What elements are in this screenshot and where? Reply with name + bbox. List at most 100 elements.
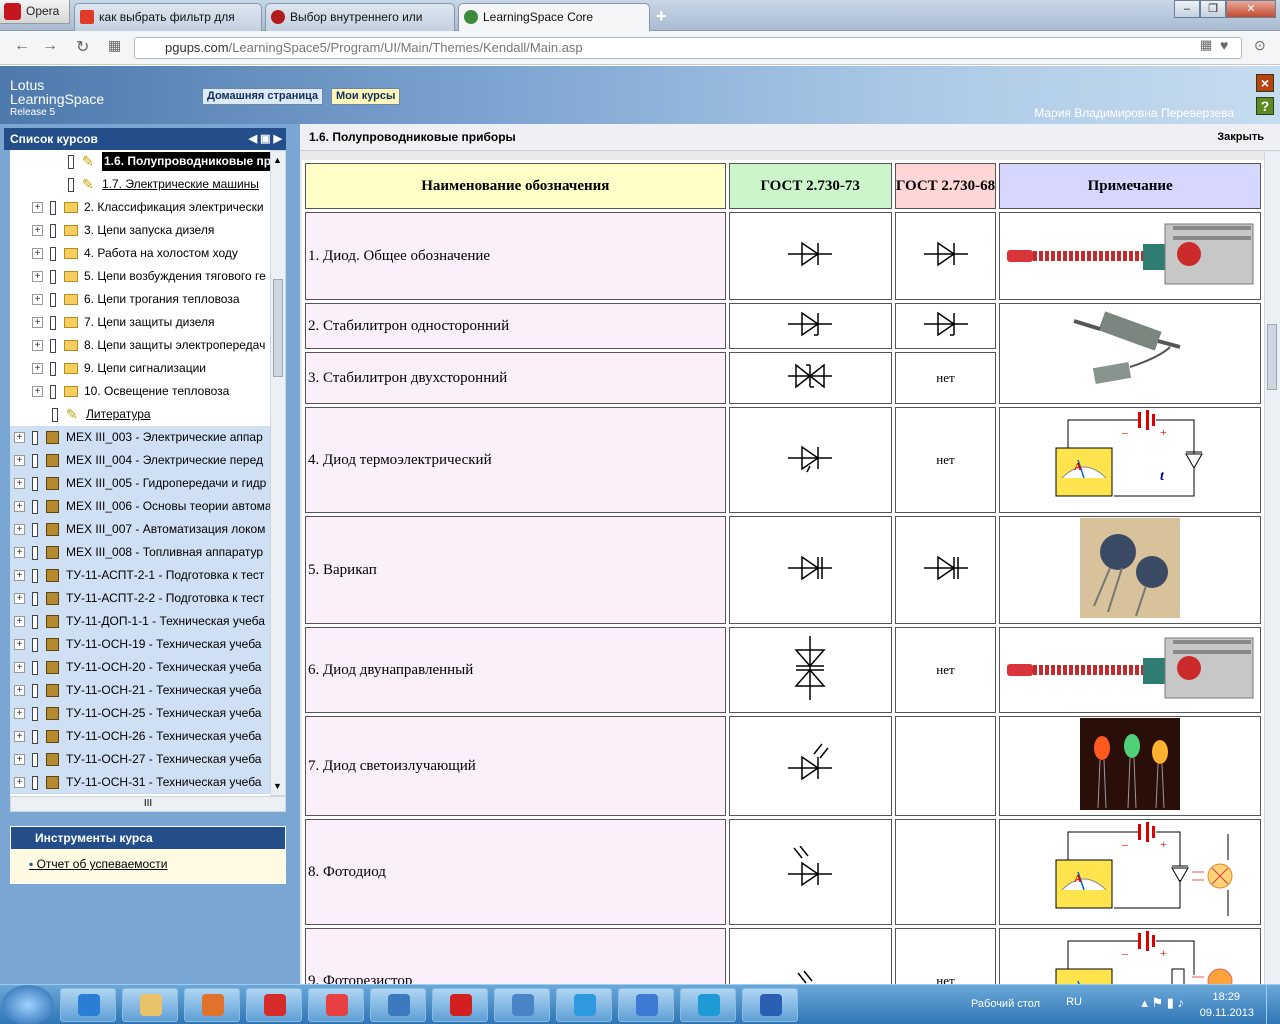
new-tab-button[interactable]: + (656, 6, 667, 27)
expand-icon[interactable]: + (32, 271, 43, 282)
tree-item[interactable]: + ТУ-11-ОСН-20 - Техническая учеба (10, 656, 270, 679)
expand-icon[interactable]: + (14, 754, 25, 765)
tree-item[interactable]: +8. Цепи защиты электропередач (10, 334, 270, 357)
tree-item[interactable]: +5. Цепи возбуждения тягового ге (10, 265, 270, 288)
expand-icon[interactable]: + (32, 202, 43, 213)
tab-learningspace[interactable]: LearningSpace Core (458, 3, 650, 32)
taskbar-app-button[interactable] (494, 988, 550, 1022)
tree-item[interactable]: + ТУ-11-ОСН-21 - Техническая учеба (10, 679, 270, 702)
expand-icon[interactable]: + (32, 317, 43, 328)
url-input[interactable]: pgups.com/LearningSpace5/Program/UI/Main… (134, 37, 1242, 59)
download-icon[interactable]: ⊙ (1254, 37, 1266, 54)
taskbar-app-button[interactable] (246, 988, 302, 1022)
panel-controls-icon[interactable]: ◀ ▣ ▶ (249, 128, 282, 150)
window-close-button[interactable]: ✕ (1226, 0, 1276, 18)
expand-icon[interactable]: + (14, 685, 25, 696)
expand-icon[interactable]: + (14, 501, 25, 512)
minimize-button[interactable]: – (1174, 0, 1200, 18)
tray-icons[interactable]: ▴ ⚑ ▮ ♪ (1141, 995, 1184, 1011)
taskbar-app-button[interactable] (432, 988, 488, 1022)
tree-item[interactable]: + МЕХ III_004 - Электрические перед (10, 449, 270, 472)
expand-icon[interactable]: + (32, 225, 43, 236)
tree-item[interactable]: +9. Цепи сигнализации (10, 357, 270, 380)
taskbar-app-button[interactable] (308, 988, 364, 1022)
start-button[interactable] (2, 985, 54, 1024)
heart-icon[interactable]: ♥ (1220, 37, 1228, 53)
tab-filter-choice[interactable]: Выбор внутреннего или (265, 3, 455, 31)
tab-yandex-search[interactable]: как выбрать фильтр для (74, 3, 262, 31)
opera-menu-button[interactable]: Opera (0, 0, 70, 24)
tree-item[interactable]: +2. Классификация электрически (10, 196, 270, 219)
expand-icon[interactable]: + (14, 777, 25, 788)
expand-icon[interactable]: + (14, 478, 25, 489)
tree-item[interactable]: ✎ Литература (10, 403, 270, 426)
tree-item[interactable]: + ТУ-11-АСПТ-2-2 - Подготовка к тест (10, 587, 270, 610)
expand-icon[interactable]: + (32, 386, 43, 397)
expand-icon[interactable]: + (14, 570, 25, 581)
expand-icon[interactable]: + (32, 363, 43, 374)
tree-item[interactable]: + ТУ-11-ДОП-1-1 - Техническая учеба (10, 610, 270, 633)
taskbar-app-button[interactable] (184, 988, 240, 1022)
clock-time[interactable]: 18:29 (1212, 991, 1240, 1003)
tree-item[interactable]: + ТУ-11-ОСН-27 - Техническая учеба (10, 748, 270, 771)
expand-icon[interactable]: + (32, 248, 43, 259)
expand-icon[interactable]: + (14, 547, 25, 558)
expand-icon[interactable]: + (14, 662, 25, 673)
tree-item[interactable]: +10. Освещение тепловоза (10, 380, 270, 403)
progress-report-link[interactable]: Отчет об успеваемости (37, 857, 168, 871)
expand-icon[interactable]: + (14, 455, 25, 466)
taskbar-app-button[interactable] (742, 988, 798, 1022)
expand-icon[interactable]: + (14, 593, 25, 604)
reload-icon[interactable]: ↻ (76, 37, 89, 57)
tab-home[interactable]: Домашняя страница (202, 88, 324, 105)
taskbar-app-button[interactable] (122, 988, 178, 1022)
help-icon[interactable]: ? (1256, 97, 1274, 115)
expand-icon[interactable]: + (32, 294, 43, 305)
expand-icon[interactable]: + (14, 708, 25, 719)
content-vertical-scrollbar[interactable] (1264, 152, 1280, 984)
taskbar-app-button[interactable] (556, 988, 612, 1022)
taskbar-app-button[interactable] (60, 988, 116, 1022)
tree-item[interactable]: +6. Цепи трогания тепловоза (10, 288, 270, 311)
tree-item[interactable]: + МЕХ III_003 - Электрические аппар (10, 426, 270, 449)
desktop-label[interactable]: Рабочий стол (971, 998, 1040, 1010)
tree-item[interactable]: +4. Работа на холостом ходу (10, 242, 270, 265)
tree-vertical-scrollbar[interactable]: ▲ ▼ (270, 150, 286, 796)
back-icon[interactable]: ← (14, 37, 30, 55)
close-link[interactable]: Закрыть (1217, 124, 1264, 151)
tree-item[interactable]: ✎ 1.7. Электрические машины (10, 173, 270, 196)
content-scroll-thumb[interactable] (1267, 324, 1277, 390)
expand-icon[interactable]: + (14, 731, 25, 742)
tree-item[interactable]: + МЕХ III_005 - Гидропередачи и гидр (10, 472, 270, 495)
scroll-thumb[interactable] (273, 279, 283, 377)
tree-item[interactable]: + ТУ-11-ОСН-19 - Техническая учеба (10, 633, 270, 656)
tree-item[interactable]: +3. Цепи запуска дизеля (10, 219, 270, 242)
expand-icon[interactable]: + (14, 432, 25, 443)
expand-icon[interactable]: + (14, 639, 25, 650)
tree-item[interactable]: +7. Цепи защиты дизеля (10, 311, 270, 334)
expand-icon[interactable]: + (14, 616, 25, 627)
tree-item[interactable]: + ТУ-11-ОСН-25 - Техническая учеба (10, 702, 270, 725)
taskbar-app-button[interactable] (680, 988, 736, 1022)
tree-horizontal-scrollbar[interactable]: III (10, 796, 286, 812)
tree-item[interactable]: + МЕХ III_007 - Автоматизация локом (10, 518, 270, 541)
maximize-button[interactable]: ❐ (1200, 0, 1226, 18)
scroll-down-icon[interactable]: ▼ (273, 781, 282, 791)
tree-item[interactable]: + ТУ-11-ОСН-31 - Техническая учеба (10, 771, 270, 794)
scroll-up-icon[interactable]: ▲ (273, 155, 282, 165)
tree-item[interactable]: + МЕХ III_006 - Основы теории автома (10, 495, 270, 518)
expand-icon[interactable]: + (32, 340, 43, 351)
clock-date[interactable]: 09.11.2013 (1200, 1007, 1254, 1019)
show-desktop-button[interactable] (1266, 985, 1280, 1024)
menu-grid-icon[interactable]: ▦ (1200, 37, 1212, 53)
tree-item[interactable]: ✎ 1.6. Полупроводниковые пр (10, 150, 270, 173)
speed-dial-icon[interactable]: ▦ (108, 37, 121, 54)
close-icon[interactable]: × (1256, 74, 1274, 92)
forward-icon[interactable]: → (42, 37, 58, 55)
tab-my-courses[interactable]: Мои курсы (331, 88, 401, 105)
taskbar-app-button[interactable] (618, 988, 674, 1022)
expand-icon[interactable]: + (14, 524, 25, 535)
taskbar-app-button[interactable] (370, 988, 426, 1022)
tree-item[interactable]: + ТУ-11-ОСН-26 - Техническая учеба (10, 725, 270, 748)
tree-item[interactable]: + ТУ-11-АСПТ-2-1 - Подготовка к тест (10, 564, 270, 587)
